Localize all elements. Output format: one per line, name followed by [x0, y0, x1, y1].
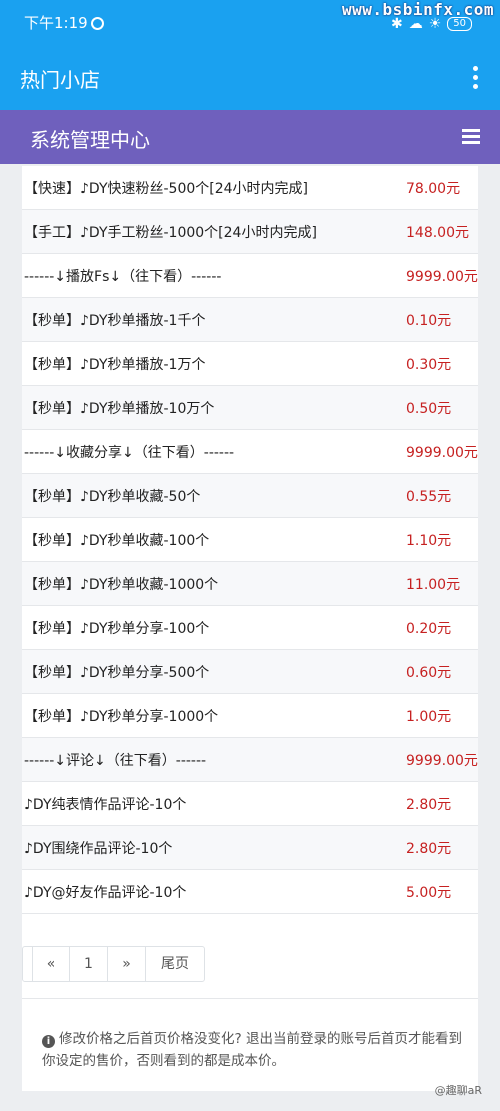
- pagination-page-1[interactable]: 1: [70, 947, 108, 981]
- table-row[interactable]: 【快速】♪DY快速粉丝-500个[24小时内完成] 78.00元: [22, 166, 478, 210]
- table-row[interactable]: ------↓评论↓（往下看）------ 9999.00元: [22, 738, 478, 782]
- product-name: 【秒单】♪DY秒单播放-1千个: [24, 312, 206, 329]
- product-price: 0.60元: [406, 664, 452, 681]
- status-time: 下午1:19: [24, 12, 104, 33]
- product-price: 0.30元: [406, 356, 452, 373]
- product-name: 【秒单】♪DY秒单播放-10万个: [24, 400, 215, 417]
- info-note: i 修改价格之后首页价格没变化? 退出当前登录的账号后首页才能看到你设定的售价，否…: [42, 1028, 472, 1072]
- app-title: 热门小店: [20, 68, 100, 92]
- product-price: 1.00元: [406, 708, 452, 725]
- table-row[interactable]: 【秒单】♪DY秒单收藏-50个 0.55元: [22, 474, 478, 518]
- status-time-text: 下午1:19: [24, 14, 88, 32]
- alarm-icon: [90, 17, 104, 30]
- table-row[interactable]: 【秒单】♪DY秒单收藏-1000个 11.00元: [22, 562, 478, 606]
- product-price: 9999.00元: [406, 752, 478, 769]
- product-price: 0.10元: [406, 312, 452, 329]
- product-price: 0.50元: [406, 400, 452, 417]
- sun-icon: ☀: [428, 16, 442, 32]
- product-price: 0.20元: [406, 620, 452, 637]
- product-list-panel: 【快速】♪DY快速粉丝-500个[24小时内完成] 78.00元【手工】♪DY手工…: [22, 166, 478, 1091]
- menu-icon[interactable]: [462, 129, 480, 144]
- footer-watermark: @趣聊aR: [434, 1084, 482, 1097]
- status-icons: ✱ ☁ ☀ 50: [391, 16, 472, 32]
- pagination-last[interactable]: 尾页: [146, 947, 204, 981]
- table-row[interactable]: ♪DY@好友作品评论-10个 5.00元: [22, 870, 478, 914]
- info-note-text: 修改价格之后首页价格没变化? 退出当前登录的账号后首页才能看到你设定的售价，否则…: [42, 1031, 462, 1069]
- product-price: 2.80元: [406, 796, 452, 813]
- product-price: 11.00元: [406, 576, 461, 593]
- table-row[interactable]: 【秒单】♪DY秒单分享-500个 0.60元: [22, 650, 478, 694]
- table-row[interactable]: 【秒单】♪DY秒单收藏-100个 1.10元: [22, 518, 478, 562]
- product-name: ♪DY@好友作品评论-10个: [24, 884, 187, 901]
- product-name: ------↓评论↓（往下看）------: [24, 752, 207, 769]
- product-price: 0.55元: [406, 488, 452, 505]
- table-row[interactable]: 【秒单】♪DY秒单分享-1000个 1.00元: [22, 694, 478, 738]
- product-name: 【秒单】♪DY秒单分享-500个: [24, 664, 210, 681]
- product-name: 【秒单】♪DY秒单收藏-1000个: [24, 576, 219, 593]
- pagination-prev[interactable]: «: [33, 947, 70, 981]
- product-name: 【手工】♪DY手工粉丝-1000个[24小时内完成]: [24, 224, 317, 241]
- bluetooth-icon: ✱: [390, 16, 403, 32]
- table-row[interactable]: 【秒单】♪DY秒单播放-10万个 0.50元: [22, 386, 478, 430]
- divider: [22, 998, 478, 999]
- status-bar: 下午1:19 www.bsbinfx.com ✱ ☁ ☀ 50: [0, 0, 500, 44]
- product-price: 1.10元: [406, 532, 452, 549]
- product-name: 【秒单】♪DY秒单收藏-50个: [24, 488, 201, 505]
- table-row[interactable]: 【手工】♪DY手工粉丝-1000个[24小时内完成] 148.00元: [22, 210, 478, 254]
- admin-header: 系统管理中心: [0, 110, 500, 164]
- product-name: ♪DY纯表情作品评论-10个: [24, 796, 187, 813]
- product-price: 9999.00元: [406, 444, 478, 461]
- table-row[interactable]: 【秒单】♪DY秒单播放-1万个 0.30元: [22, 342, 478, 386]
- table-row[interactable]: 【秒单】♪DY秒单分享-100个 0.20元: [22, 606, 478, 650]
- table-row[interactable]: 【秒单】♪DY秒单播放-1千个 0.10元: [22, 298, 478, 342]
- pagination-next[interactable]: »: [108, 947, 146, 981]
- product-name: 【秒单】♪DY秒单分享-100个: [24, 620, 210, 637]
- more-menu-icon[interactable]: [472, 66, 478, 89]
- product-price: 148.00元: [406, 224, 469, 241]
- product-name: 【秒单】♪DY秒单播放-1万个: [24, 356, 206, 373]
- table-row[interactable]: ------↓收藏分享↓（往下看）------ 9999.00元: [22, 430, 478, 474]
- product-name: ------↓收藏分享↓（往下看）------: [24, 444, 235, 461]
- product-name: ♪DY围绕作品评论-10个: [24, 840, 173, 857]
- product-price: 2.80元: [406, 840, 452, 857]
- table-row[interactable]: ♪DY纯表情作品评论-10个 2.80元: [22, 782, 478, 826]
- app-bar: 热门小店: [0, 44, 500, 110]
- table-row[interactable]: ♪DY围绕作品评论-10个 2.80元: [22, 826, 478, 870]
- battery-icon: 50: [447, 17, 472, 31]
- product-name: 【秒单】♪DY秒单分享-1000个: [24, 708, 219, 725]
- pagination: « 1 » 尾页: [22, 946, 205, 982]
- product-price: 9999.00元: [406, 268, 478, 285]
- product-name: 【快速】♪DY快速粉丝-500个[24小时内完成]: [24, 180, 309, 197]
- admin-title: 系统管理中心: [30, 128, 150, 152]
- cloud-icon: ☁: [408, 16, 423, 32]
- info-icon: i: [42, 1035, 55, 1048]
- product-name: ------↓播放Fs↓（往下看）------: [24, 268, 222, 285]
- product-name: 【秒单】♪DY秒单收藏-100个: [24, 532, 210, 549]
- product-price: 78.00元: [406, 180, 461, 197]
- table-row[interactable]: ------↓播放Fs↓（往下看）------ 9999.00元: [22, 254, 478, 298]
- product-price: 5.00元: [406, 884, 452, 901]
- pagination-start-edge: [23, 947, 33, 981]
